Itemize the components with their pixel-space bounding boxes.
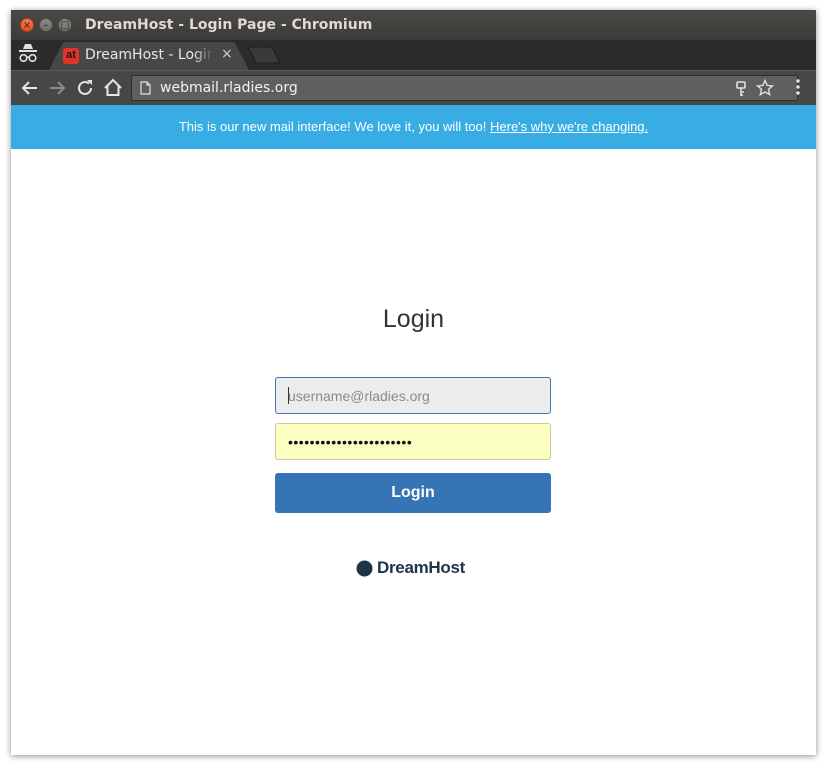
window-maximize-button[interactable]: □	[58, 18, 72, 32]
tab-strip: at DreamHost - Login Page ×	[11, 40, 816, 70]
login-title: Login	[382, 305, 445, 333]
window-title: DreamHost - Login Page - Chromium	[85, 17, 373, 33]
tab-close-icon[interactable]: ×	[221, 46, 233, 62]
page-content: This is our new mail interface! We love …	[11, 105, 816, 755]
browser-toolbar: webmail.rladies.org	[11, 70, 816, 105]
reload-icon[interactable]	[74, 77, 96, 99]
dreamhost-logo-icon	[356, 560, 373, 576]
dreamhost-brand: DreamHost	[356, 558, 465, 578]
username-input[interactable]	[275, 377, 551, 414]
incognito-icon	[19, 44, 37, 63]
address-bar[interactable]: webmail.rladies.org	[131, 75, 798, 101]
menu-icon[interactable]	[795, 77, 801, 97]
announcement-banner: This is our new mail interface! We love …	[11, 105, 816, 149]
url-text[interactable]: webmail.rladies.org	[160, 80, 298, 96]
key-icon[interactable]	[735, 81, 747, 97]
banner-text: This is our new mail interface! We love …	[178, 119, 490, 134]
forward-icon[interactable]	[46, 77, 68, 99]
tab-favicon: at	[63, 48, 79, 64]
title-bar: × – □ DreamHost - Login Page - Chromium	[11, 10, 816, 40]
window-close-button[interactable]: ×	[20, 18, 34, 32]
new-tab-button[interactable]	[247, 46, 281, 64]
brand-name: DreamHost	[377, 558, 465, 577]
tab-title: DreamHost - Login Page	[85, 47, 213, 63]
password-input[interactable]	[275, 423, 551, 460]
star-icon[interactable]	[756, 79, 774, 97]
login-button[interactable]: Login	[275, 473, 551, 513]
browser-window: × – □ DreamHost - Login Page - Chromium …	[11, 10, 816, 755]
page-icon	[140, 81, 151, 95]
tab-dreamhost-login[interactable]: at DreamHost - Login Page ×	[49, 42, 249, 70]
banner-link[interactable]: Here's why we're changing.	[490, 119, 648, 134]
home-icon[interactable]	[102, 77, 124, 99]
window-minimize-button[interactable]: –	[39, 18, 53, 32]
text-caret	[288, 387, 289, 404]
back-icon[interactable]	[19, 77, 41, 99]
